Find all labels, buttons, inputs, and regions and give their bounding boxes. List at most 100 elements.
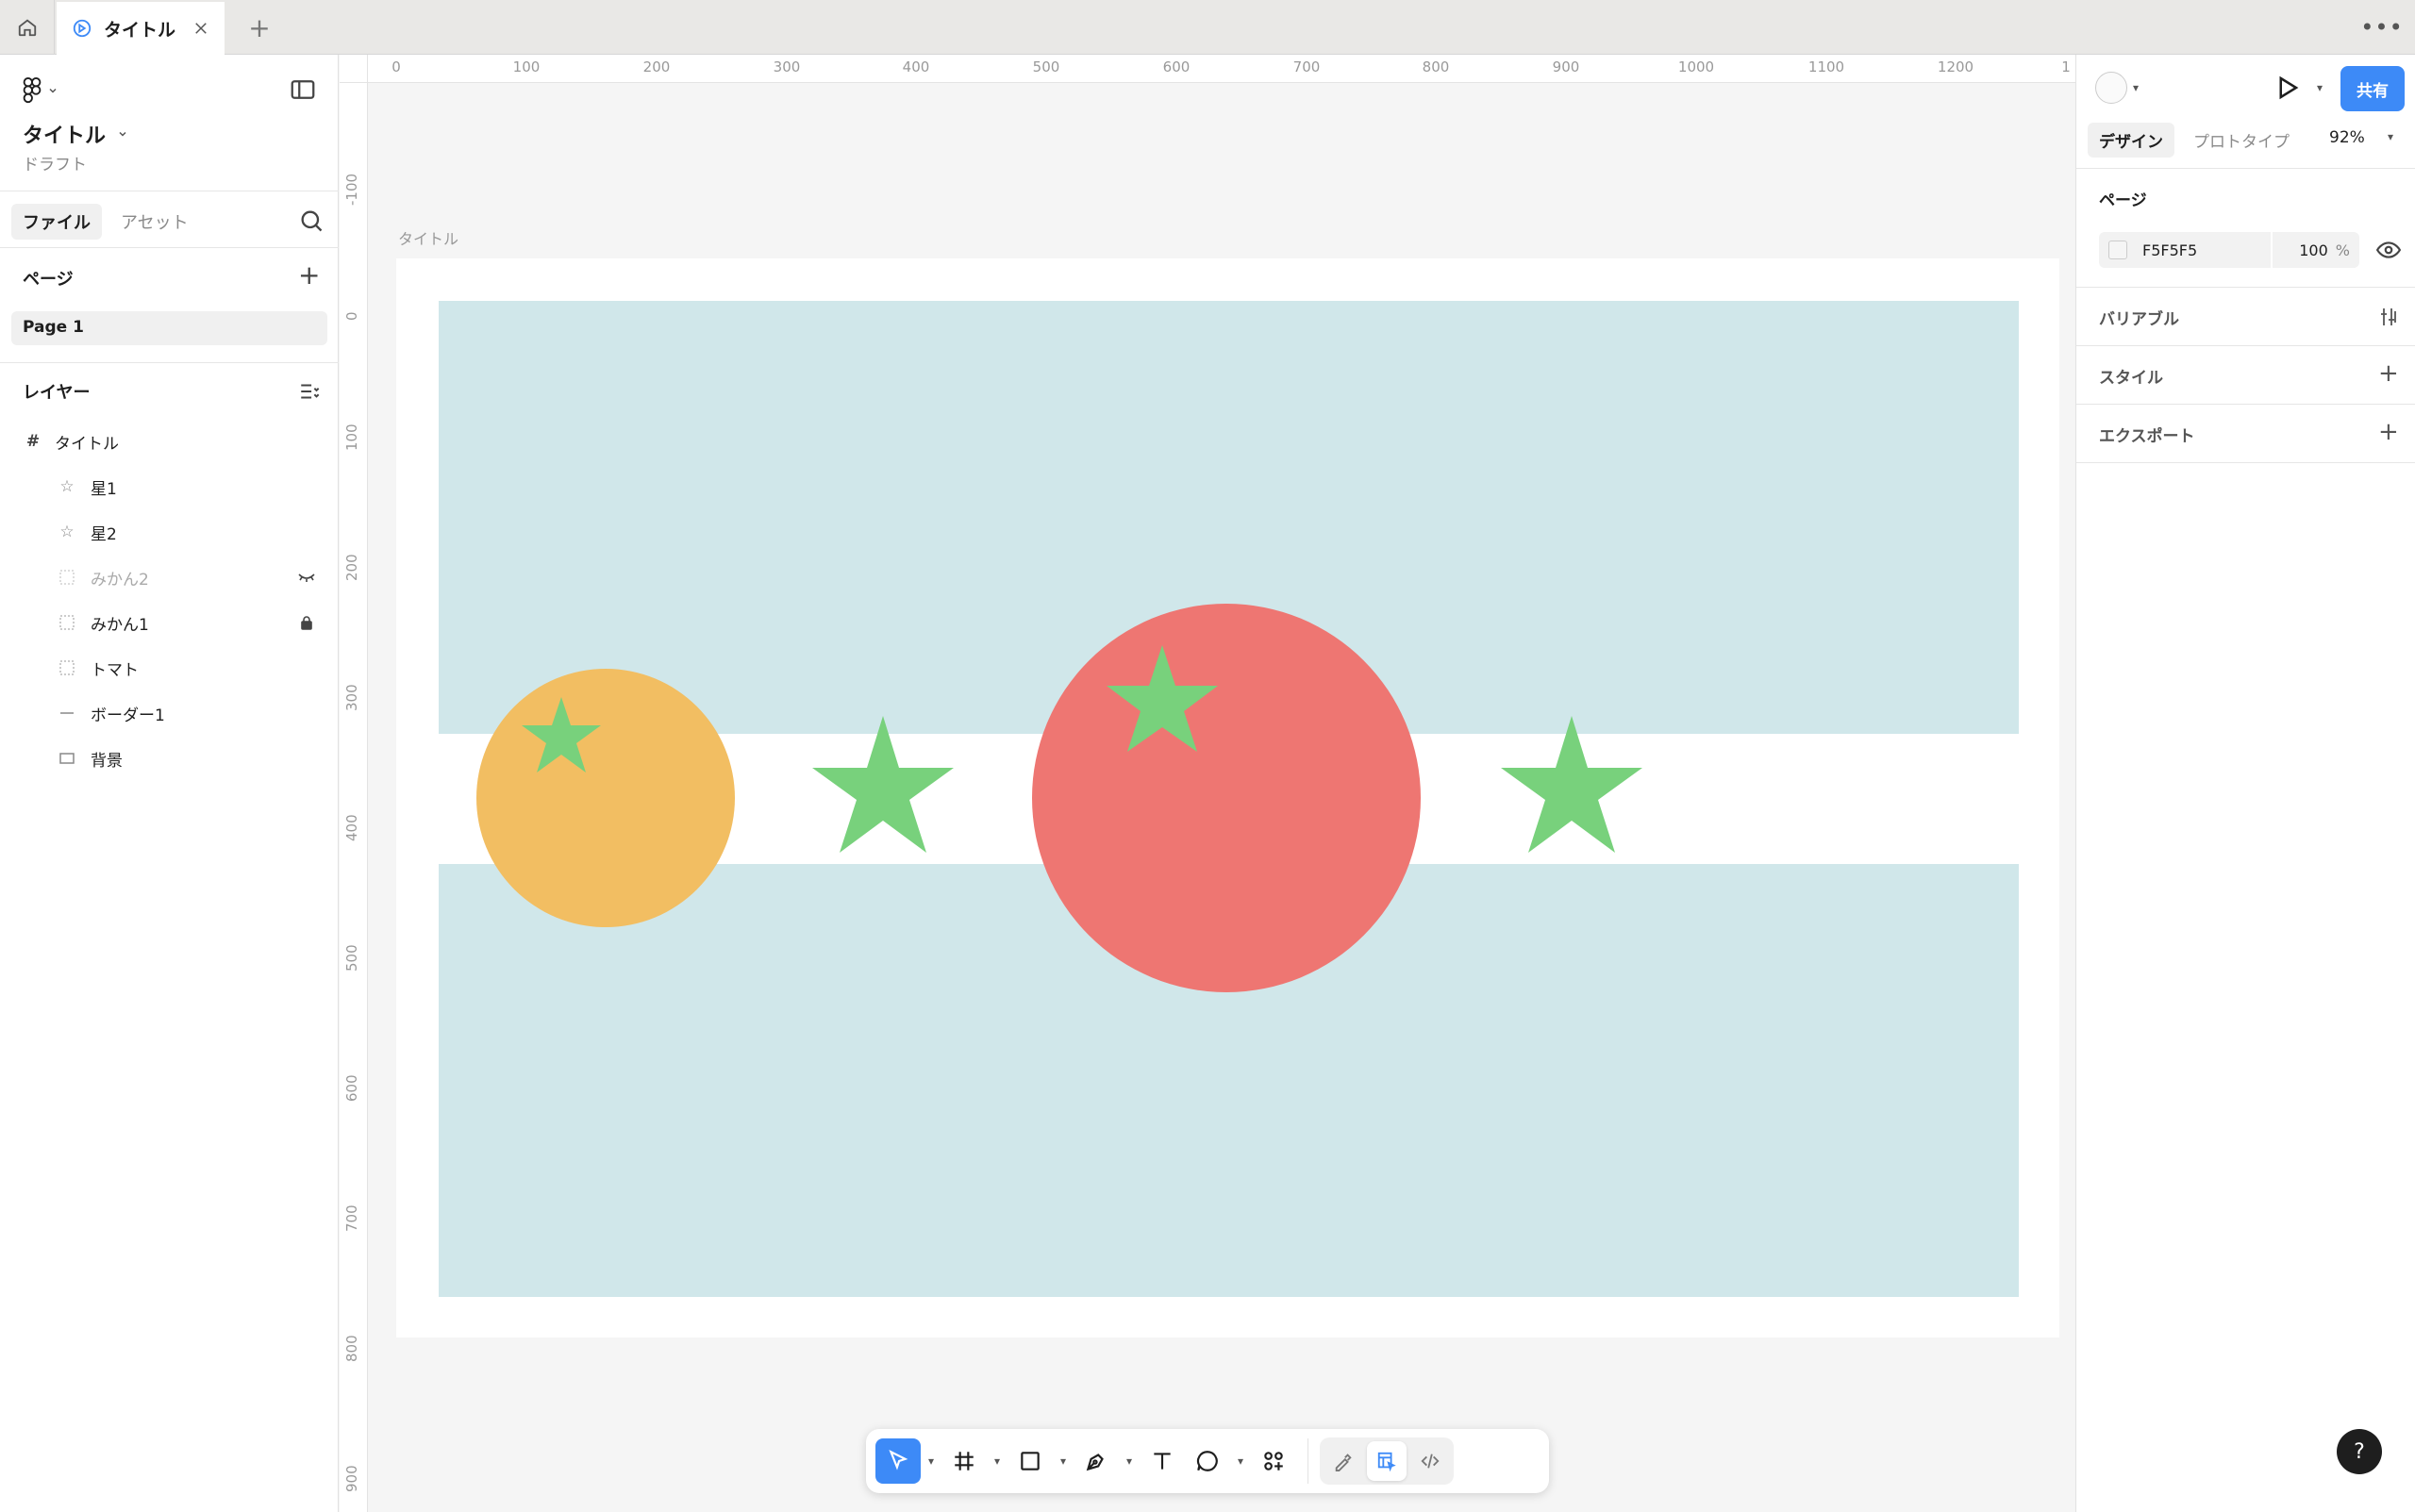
pen-tool-button[interactable]: [1074, 1438, 1119, 1484]
frame-icon: [955, 1452, 974, 1470]
plus-icon: +: [248, 11, 271, 43]
divider: [2076, 287, 2415, 288]
layer-row-star2[interactable]: ☆ 星2: [0, 513, 339, 551]
rectangle-icon: [57, 748, 77, 769]
draw-icon: [1335, 1454, 1352, 1471]
help-button[interactable]: ?: [2337, 1429, 2382, 1474]
ruler-tick: 500: [343, 944, 360, 972]
pen-tool-caret[interactable]: ▾: [1119, 1438, 1140, 1484]
ruler-tick: 900: [1552, 58, 1580, 75]
design-mode-button[interactable]: [1367, 1441, 1407, 1481]
frame-label[interactable]: タイトル: [398, 226, 458, 249]
search-icon[interactable]: [298, 208, 325, 234]
layer-row-star1[interactable]: ☆ 星1: [0, 468, 339, 506]
main-menu-button[interactable]: [23, 77, 58, 104]
page-section-heading: ページ: [2099, 191, 2147, 210]
layer-row-border1[interactable]: ボーダー1: [0, 694, 339, 732]
left-panel: タイトル ドラフト ファイル アセット ページ + Page 1 レイヤー # …: [0, 55, 339, 1512]
tab-bar: タイトル + •••: [0, 0, 2415, 55]
fill-opacity-unit: %: [2335, 241, 2350, 259]
file-title[interactable]: タイトル: [23, 119, 128, 149]
dev-mode-button[interactable]: [1410, 1441, 1450, 1481]
tab-prototype[interactable]: プロトタイプ: [2182, 123, 2301, 158]
add-style-button[interactable]: +: [2378, 361, 2399, 386]
figma-app: タイトル + ••• タイトル ドラフト ファイル アセット ページ + Pag…: [0, 0, 2415, 1512]
move-tool-button[interactable]: [875, 1438, 921, 1484]
color-swatch[interactable]: [2108, 241, 2127, 259]
plus-icon: +: [298, 259, 321, 291]
chevron-down-icon[interactable]: ▾: [2133, 81, 2139, 94]
actions-button[interactable]: [1251, 1438, 1296, 1484]
text-tool-button[interactable]: [1140, 1438, 1185, 1484]
ruler-tick: 400: [343, 814, 360, 841]
fill-opacity[interactable]: 100 %: [2271, 232, 2350, 268]
shape-tool-button[interactable]: [1008, 1438, 1053, 1484]
chevron-down-icon[interactable]: ▾: [2388, 130, 2393, 143]
fill-opacity-value: 100: [2299, 241, 2328, 259]
chevron-down-icon[interactable]: ▾: [2317, 81, 2323, 94]
frame-tool-caret[interactable]: ▾: [987, 1438, 1008, 1484]
layer-name: ボーダー1: [91, 706, 165, 725]
frame-artwork: [439, 301, 2019, 1297]
page-fill-row[interactable]: F5F5F5 100 %: [2099, 232, 2359, 268]
file-tab[interactable]: タイトル: [57, 2, 225, 55]
layer-row-tomato[interactable]: トマト: [0, 649, 339, 687]
collapse-layers-icon[interactable]: [298, 379, 323, 404]
layer-row-orange1[interactable]: みかん1: [0, 604, 339, 641]
home-button[interactable]: [0, 0, 55, 55]
move-tool-caret[interactable]: ▾: [921, 1438, 941, 1484]
tab-design[interactable]: デザイン: [2088, 123, 2174, 158]
comment-tool-caret[interactable]: ▾: [1230, 1438, 1251, 1484]
layer-name: みかん1: [91, 615, 149, 635]
right-panel: ▾ ▾ 共有 デザイン プロトタイプ 92% ▾ ページ F5F5F5 100 …: [2075, 55, 2415, 1512]
file-status: ドラフト: [23, 156, 87, 174]
variables-heading: バリアブル: [2099, 310, 2179, 329]
draw-mode-button[interactable]: [1324, 1441, 1363, 1481]
line-icon: [57, 703, 77, 723]
variables-icon[interactable]: [2378, 306, 2401, 328]
layer-name: トマト: [91, 660, 139, 680]
frame-icon: #: [25, 432, 41, 451]
page-item[interactable]: Page 1: [11, 311, 327, 345]
tab-file[interactable]: ファイル: [11, 204, 102, 240]
orange-shape[interactable]: [476, 669, 735, 927]
panel-toggle-icon[interactable]: [289, 75, 317, 104]
avatar[interactable]: [2095, 72, 2127, 104]
file-tab-title: タイトル: [104, 19, 176, 41]
layer-row-background[interactable]: 背景: [0, 739, 339, 777]
zoom-level[interactable]: 92%: [2329, 128, 2365, 147]
tab-assets[interactable]: アセット: [109, 204, 200, 240]
comment-tool-button[interactable]: [1185, 1438, 1230, 1484]
new-tab-button[interactable]: +: [240, 8, 279, 47]
home-icon: [18, 19, 36, 37]
pen-icon: [1086, 1454, 1104, 1471]
ruler-tick: 300: [343, 684, 360, 711]
present-play-icon[interactable]: [2273, 74, 2301, 102]
ruler-corner: [340, 55, 368, 83]
layer-row-frame[interactable]: # タイトル: [0, 423, 339, 460]
divider: [0, 247, 339, 248]
add-export-button[interactable]: +: [2378, 420, 2399, 444]
more-menu-button[interactable]: •••: [2360, 8, 2402, 47]
chevron-down-icon: [119, 131, 126, 137]
dashed-square-icon: [57, 657, 77, 678]
mode-switcher: [1320, 1437, 1454, 1485]
lock-icon[interactable]: [296, 612, 317, 633]
add-page-button[interactable]: +: [298, 262, 320, 289]
eye-icon[interactable]: [2376, 240, 2401, 260]
canvas[interactable]: 0 100 200 300 400 500 600 700 800 900 10…: [340, 55, 2075, 1512]
tomato-shape[interactable]: [1032, 604, 1421, 992]
close-icon[interactable]: [192, 20, 209, 37]
ruler-tick: 200: [642, 58, 671, 75]
layer-row-orange2[interactable]: みかん2: [0, 558, 339, 596]
frame-title[interactable]: [396, 258, 2059, 1338]
frame-tool-button[interactable]: [941, 1438, 987, 1484]
ruler-left: -100 0 100 200 300 400 500 600 700 800 9…: [340, 83, 368, 1512]
shape-tool-caret[interactable]: ▾: [1053, 1438, 1074, 1484]
fill-hex-value[interactable]: F5F5F5: [2142, 241, 2271, 259]
ruler-tick: 1000: [1677, 58, 1715, 75]
hidden-eye-icon[interactable]: [296, 567, 317, 588]
layer-name: みかん2: [91, 570, 149, 590]
share-button[interactable]: 共有: [2340, 66, 2405, 111]
ruler-tick: 0: [343, 311, 360, 321]
